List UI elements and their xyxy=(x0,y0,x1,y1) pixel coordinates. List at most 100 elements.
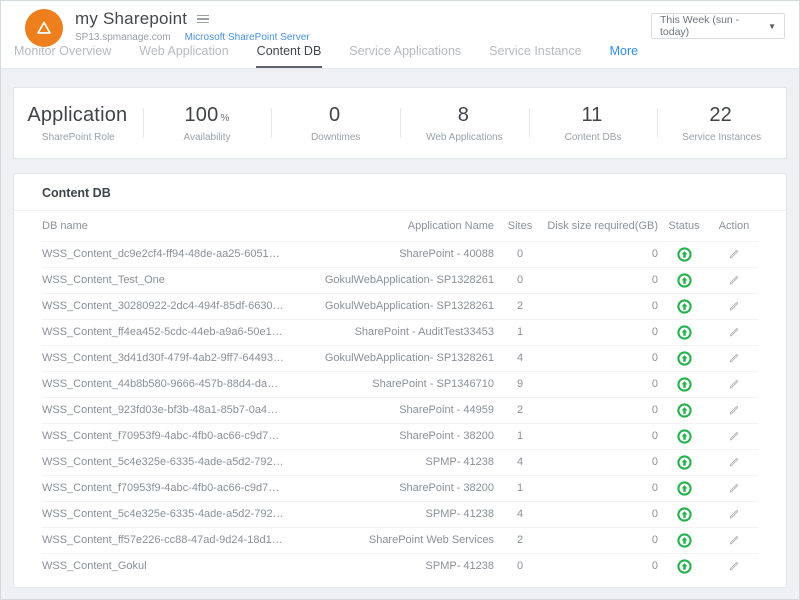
action-cell[interactable] xyxy=(710,501,758,527)
application-name-cell: GokulWebApplication- SP1328261 xyxy=(284,345,494,371)
sites-cell: 4 xyxy=(494,345,546,371)
disk-size-cell: 0 xyxy=(546,371,658,397)
status-cell xyxy=(658,475,710,501)
application-name-cell: SharePoint - 38200 xyxy=(284,423,494,449)
table-row: WSS_Content_5c4e325e-6335-4ade-a5d2-792a… xyxy=(42,449,758,475)
disk-size-cell: 0 xyxy=(546,267,658,293)
edit-pencil-icon[interactable] xyxy=(728,508,740,520)
status-up-icon xyxy=(677,299,692,314)
status-cell xyxy=(658,345,710,371)
status-up-icon xyxy=(677,247,692,262)
db-name-cell: WSS_Content_ff4ea452-5cdc-44eb-a9a6-50e1… xyxy=(42,319,284,345)
db-name-cell: WSS_Content_5c4e325e-6335-4ade-a5d2-792a… xyxy=(42,501,284,527)
disk-size-cell: 0 xyxy=(546,553,658,579)
status-up-icon xyxy=(677,481,692,496)
table-row: WSS_Content_Test_One GokulWebApplication… xyxy=(42,267,758,293)
status-up-icon xyxy=(677,351,692,366)
tab[interactable]: Content DB xyxy=(256,38,323,68)
chevron-down-icon: ▼ xyxy=(768,22,776,31)
edit-pencil-icon[interactable] xyxy=(728,560,740,572)
edit-pencil-icon[interactable] xyxy=(728,274,740,286)
stat-cell: 100% Availability xyxy=(143,88,272,158)
status-up-icon xyxy=(677,507,692,522)
action-cell[interactable] xyxy=(710,371,758,397)
edit-pencil-icon[interactable] xyxy=(728,482,740,494)
application-name-cell: SharePoint - 44959 xyxy=(284,397,494,423)
tab[interactable]: Web Application xyxy=(138,38,229,68)
action-cell[interactable] xyxy=(710,553,758,579)
table-row: WSS_Content_f70953f9-4abc-4fb0-ac66-c9d7… xyxy=(42,475,758,501)
status-up-icon xyxy=(677,559,692,574)
status-up-icon xyxy=(677,377,692,392)
menu-icon[interactable] xyxy=(195,13,211,26)
action-cell[interactable] xyxy=(710,345,758,371)
action-cell[interactable] xyxy=(710,241,758,267)
time-range-value: This Week (sun - today) xyxy=(660,14,768,38)
tab-bar: Monitor Overview Web Application Content D… xyxy=(13,38,639,68)
tab[interactable]: Service Instance xyxy=(488,38,582,68)
table-row: WSS_Content_ff4ea452-5cdc-44eb-a9a6-50e1… xyxy=(42,319,758,345)
db-name-cell: WSS_Content_ff57e226-cc88-47ad-9d24-18d1… xyxy=(42,527,284,553)
edit-pencil-icon[interactable] xyxy=(728,300,740,312)
edit-pencil-icon[interactable] xyxy=(728,326,740,338)
db-name-cell: WSS_Content_3d41d30f-479f-4ab2-9ff7-6449… xyxy=(42,345,284,371)
column-status: Status xyxy=(658,211,710,241)
column-disk-size: Disk size required(GB) xyxy=(546,211,658,241)
disk-size-cell: 0 xyxy=(546,449,658,475)
disk-size-cell: 0 xyxy=(546,345,658,371)
edit-pencil-icon[interactable] xyxy=(728,378,740,390)
action-cell[interactable] xyxy=(710,475,758,501)
action-cell[interactable] xyxy=(710,293,758,319)
stat-label: Availability xyxy=(183,132,230,143)
column-db-name: DB name xyxy=(42,211,284,241)
action-cell[interactable] xyxy=(710,267,758,293)
db-name-cell: WSS_Content_44b8b580-9666-457b-88d4-da9e… xyxy=(42,371,284,397)
stat-cell: 11 Content DBs xyxy=(529,88,658,158)
action-cell[interactable] xyxy=(710,423,758,449)
sites-cell: 0 xyxy=(494,267,546,293)
tab[interactable]: Monitor Overview xyxy=(13,38,112,68)
sites-cell: 2 xyxy=(494,293,546,319)
stat-label: Downtimes xyxy=(311,132,360,143)
db-name-cell: WSS_Content_923fd03e-bf3b-48a1-85b7-0a4d… xyxy=(42,397,284,423)
action-cell[interactable] xyxy=(710,449,758,475)
tab[interactable]: Service Applications xyxy=(348,38,462,68)
table-row: WSS_Content_Gokul SPMP- 41238 0 0 xyxy=(42,553,758,579)
time-range-dropdown[interactable]: This Week (sun - today) ▼ xyxy=(651,13,785,39)
sites-cell: 1 xyxy=(494,319,546,345)
application-name-cell: SPMP- 41238 xyxy=(284,553,494,579)
stat-cell: Application SharePoint Role xyxy=(14,88,143,158)
application-name-cell: SharePoint Web Services xyxy=(284,527,494,553)
column-sites: Sites xyxy=(494,211,546,241)
db-name-cell: WSS_Content_f70953f9-4abc-4fb0-ac66-c9d7… xyxy=(42,475,284,501)
table-header-row: DB name Application Name Sites Disk size… xyxy=(42,211,758,241)
db-name-cell: WSS_Content_f70953f9-4abc-4fb0-ac66-c9d7… xyxy=(42,423,284,449)
action-cell[interactable] xyxy=(710,397,758,423)
stat-value: 11 xyxy=(581,104,604,127)
table-row: WSS_Content_dc9e2cf4-ff94-48de-aa25-6051… xyxy=(42,241,758,267)
stat-value: Application xyxy=(27,104,129,127)
action-cell[interactable] xyxy=(710,319,758,345)
stat-value: 0 xyxy=(329,104,342,127)
edit-pencil-icon[interactable] xyxy=(728,430,740,442)
edit-pencil-icon[interactable] xyxy=(728,352,740,364)
tab[interactable]: More xyxy=(609,38,639,68)
status-cell xyxy=(658,449,710,475)
disk-size-cell: 0 xyxy=(546,423,658,449)
sites-cell: 1 xyxy=(494,475,546,501)
status-cell xyxy=(658,553,710,579)
sites-cell: 0 xyxy=(494,241,546,267)
sites-cell: 4 xyxy=(494,449,546,475)
stat-label: Content DBs xyxy=(565,132,622,143)
column-action: Action xyxy=(710,211,758,241)
application-name-cell: SharePoint - SP1346710 xyxy=(284,371,494,397)
edit-pencil-icon[interactable] xyxy=(728,534,740,546)
edit-pencil-icon[interactable] xyxy=(728,456,740,468)
action-cell[interactable] xyxy=(710,527,758,553)
edit-pencil-icon[interactable] xyxy=(728,248,740,260)
db-name-cell: WSS_Content_Test_One xyxy=(42,267,284,293)
edit-pencil-icon[interactable] xyxy=(728,404,740,416)
table-row: WSS_Content_5c4e325e-6335-4ade-a5d2-792a… xyxy=(42,501,758,527)
disk-size-cell: 0 xyxy=(546,293,658,319)
table-row: WSS_Content_f70953f9-4abc-4fb0-ac66-c9d7… xyxy=(42,423,758,449)
